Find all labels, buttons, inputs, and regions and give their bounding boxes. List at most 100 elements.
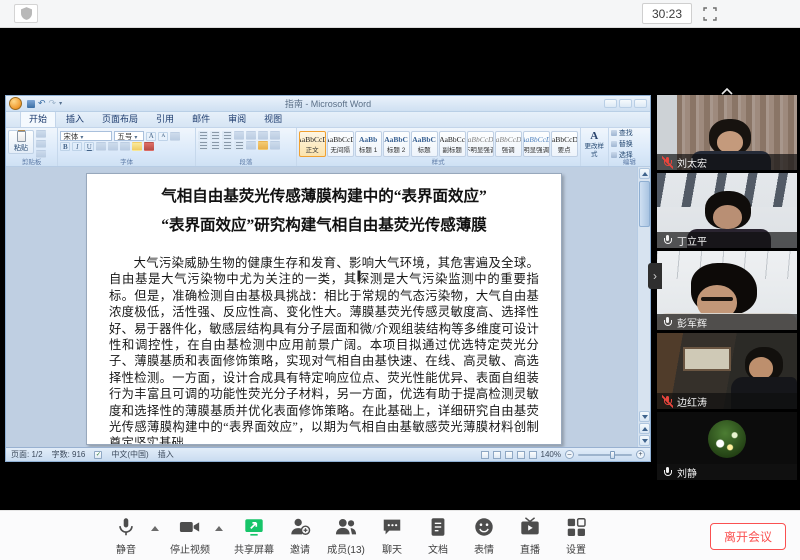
decrease-indent-button[interactable] xyxy=(234,131,244,140)
participant-video[interactable]: 边红涛 xyxy=(657,333,797,409)
language-indicator[interactable]: 中文(中国) xyxy=(111,449,148,460)
share-screen-button[interactable]: 共享屏幕 xyxy=(231,513,277,559)
fullscreen-button[interactable] xyxy=(701,5,718,22)
bullets-button[interactable] xyxy=(198,131,208,140)
increase-indent-button[interactable] xyxy=(246,131,256,140)
mute-button[interactable]: 静音 xyxy=(103,513,149,559)
scroll-down-button[interactable] xyxy=(639,411,650,422)
fullscreen-reading-view-button[interactable] xyxy=(493,451,501,459)
tab-mailings[interactable]: 邮件 xyxy=(184,111,218,127)
video-options-caret[interactable] xyxy=(215,526,223,531)
mouse-cursor xyxy=(358,271,360,281)
tab-references[interactable]: 引用 xyxy=(148,111,182,127)
maximize-button[interactable] xyxy=(619,99,632,108)
live-button[interactable]: 直播 xyxy=(507,513,553,559)
participant-video[interactable]: 彭军辉 xyxy=(657,251,797,330)
bold-button[interactable]: B xyxy=(60,142,70,151)
style-no-spacing[interactable]: AaBbCcD无间隔 xyxy=(327,131,354,157)
clear-formatting-button[interactable] xyxy=(170,132,180,141)
spellcheck-icon[interactable] xyxy=(94,451,102,459)
tab-home[interactable]: 开始 xyxy=(20,110,56,127)
align-left-button[interactable] xyxy=(198,141,208,150)
outline-view-button[interactable] xyxy=(517,451,525,459)
zoom-slider[interactable] xyxy=(578,454,632,456)
leave-meeting-button[interactable]: 离开会议 xyxy=(710,523,786,550)
borders-button[interactable] xyxy=(270,141,280,150)
paste-button[interactable]: 粘贴 xyxy=(8,130,34,154)
change-styles-button[interactable]: A 更改样式 xyxy=(581,128,609,166)
replace-button[interactable]: 替换 xyxy=(611,139,647,149)
numbering-button[interactable] xyxy=(210,131,220,140)
scroll-up-button[interactable] xyxy=(639,168,650,179)
mic-icon xyxy=(662,466,673,479)
word-count[interactable]: 字数: 916 xyxy=(52,449,86,460)
style-subtle-emphasis[interactable]: AaBbCcDd不明显强调 xyxy=(467,131,494,157)
copy-button[interactable] xyxy=(36,140,46,148)
shading-button[interactable] xyxy=(258,141,268,150)
settings-button[interactable]: 设置 xyxy=(553,513,599,559)
style-intense-emphasis[interactable]: AaBbCcD明显强调 xyxy=(523,131,550,157)
cut-button[interactable] xyxy=(36,130,46,138)
style-heading2[interactable]: AaBbC标题 2 xyxy=(383,131,410,157)
document-canvas[interactable]: 气相自由基荧光传感薄膜构建中的“表界面效应” “表界面效应”研究构建气相自由基荧… xyxy=(6,167,637,447)
style-normal[interactable]: AaBbCcD正文 xyxy=(299,131,326,157)
tab-review[interactable]: 审阅 xyxy=(220,111,254,127)
font-color-button[interactable] xyxy=(144,142,154,151)
participant-video[interactable]: 刘静 xyxy=(657,412,797,480)
strikethrough-button[interactable] xyxy=(96,142,106,151)
find-button[interactable]: 查找 xyxy=(611,128,647,138)
chat-button[interactable]: 聊天 xyxy=(369,513,415,559)
participant-video[interactable]: 刘太宏 xyxy=(657,95,797,170)
print-layout-view-button[interactable] xyxy=(481,451,489,459)
scrollbar-thumb[interactable] xyxy=(639,181,650,227)
audio-options-caret[interactable] xyxy=(151,526,159,531)
editing-group: 查找 替换 选择 编辑 xyxy=(609,128,650,166)
tab-view[interactable]: 视图 xyxy=(256,111,290,127)
style-emphasis[interactable]: AaBbCcDd强调 xyxy=(495,131,522,157)
meeting-info-button[interactable] xyxy=(14,4,38,23)
superscript-button[interactable] xyxy=(120,142,130,151)
align-right-button[interactable] xyxy=(222,141,232,150)
highlight-color-button[interactable] xyxy=(132,142,142,151)
tab-page-layout[interactable]: 页面布局 xyxy=(94,111,146,127)
close-button[interactable] xyxy=(634,99,647,108)
style-heading1[interactable]: AaBb标题 1 xyxy=(355,131,382,157)
web-layout-view-button[interactable] xyxy=(505,451,513,459)
zoom-in-button[interactable]: + xyxy=(636,450,645,459)
shrink-font-button[interactable]: A xyxy=(158,132,168,141)
stop-video-button[interactable]: 停止视频 xyxy=(167,513,213,559)
draft-view-button[interactable] xyxy=(529,451,537,459)
style-subtitle[interactable]: AaBbCc副标题 xyxy=(439,131,466,157)
justify-button[interactable] xyxy=(234,141,244,150)
italic-button[interactable]: I xyxy=(72,142,82,151)
show-marks-button[interactable] xyxy=(270,131,280,140)
page-indicator[interactable]: 页面: 1/2 xyxy=(11,449,43,460)
members-button[interactable]: 成员(13) xyxy=(323,513,369,559)
participant-video[interactable]: 丁立平 xyxy=(657,173,797,248)
subscript-button[interactable] xyxy=(108,142,118,151)
invite-button[interactable]: 邀请 xyxy=(277,513,323,559)
zoom-slider-thumb[interactable] xyxy=(610,451,615,459)
previous-page-button[interactable] xyxy=(639,423,650,434)
next-page-button[interactable] xyxy=(639,435,650,446)
zoom-out-button[interactable]: – xyxy=(565,450,574,459)
grow-font-button[interactable]: A xyxy=(146,132,156,141)
font-name-combo[interactable]: 宋体 xyxy=(60,131,112,141)
insert-mode-indicator[interactable]: 插入 xyxy=(158,449,174,460)
document-scrollbar[interactable] xyxy=(637,167,650,447)
minimize-button[interactable] xyxy=(604,99,617,108)
docs-button[interactable]: 文档 xyxy=(415,513,461,559)
sort-button[interactable] xyxy=(258,131,268,140)
line-spacing-button[interactable] xyxy=(246,141,256,150)
underline-button[interactable]: U xyxy=(84,142,94,151)
zoom-level[interactable]: 140% xyxy=(541,450,561,459)
style-strong[interactable]: AaBbCcDd要点 xyxy=(551,131,578,157)
emoji-button[interactable]: 表情 xyxy=(461,513,507,559)
document-page[interactable]: 气相自由基荧光传感薄膜构建中的“表界面效应” “表界面效应”研究构建气相自由基荧… xyxy=(86,173,562,445)
sidebar-collapse-handle[interactable] xyxy=(648,263,662,289)
multilevel-list-button[interactable] xyxy=(222,131,232,140)
tab-insert[interactable]: 插入 xyxy=(58,111,92,127)
font-size-combo[interactable]: 五号 xyxy=(114,131,144,141)
style-title[interactable]: AaBbC标题 xyxy=(411,131,438,157)
align-center-button[interactable] xyxy=(210,141,220,150)
